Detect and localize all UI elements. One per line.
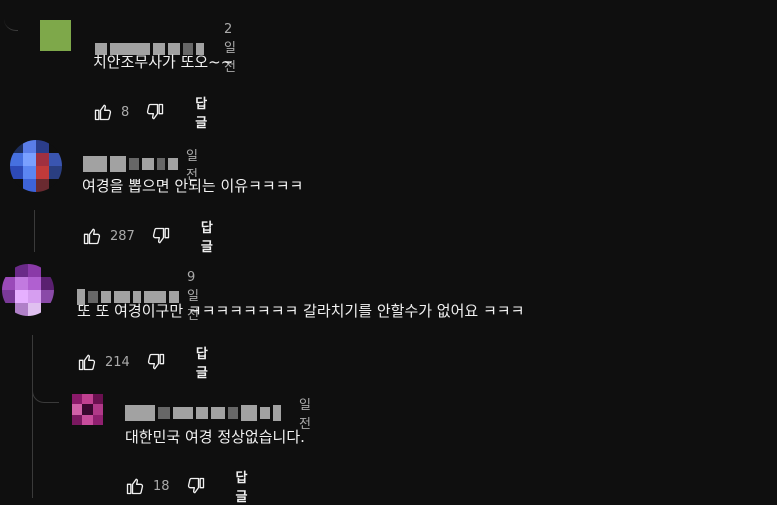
thread-connector [4,18,18,31]
reply-button[interactable]: 답글 [196,343,208,381]
thumbs-up-icon [83,228,101,245]
comment-text: 치안조무사가 또오~~ [93,53,234,71]
thread-line [34,210,35,252]
thumbs-up-icon [94,104,112,121]
avatar[interactable] [10,140,62,192]
comment-actions: 214 답글 [77,343,208,381]
thumbs-down-icon [147,103,164,120]
avatar[interactable] [2,264,54,316]
thread-connector [32,380,59,403]
author-name[interactable] [83,156,178,172]
thread-line [32,335,33,498]
like-count: 8 [121,104,130,120]
author-name[interactable] [125,405,281,421]
thumbs-down-icon [147,353,164,370]
like-count: 18 [153,478,170,494]
comment-actions: 8 답글 [93,93,207,131]
avatar[interactable] [40,20,71,51]
like-button[interactable] [125,476,145,496]
reply-button[interactable]: 답글 [201,217,213,255]
thumbs-down-icon [187,477,204,494]
thumbs-down-icon [152,227,169,244]
comment-text: 또 또 여경이구만 ㅋㅋㅋㅋㅋㅋㅋㅋ 갈라치기를 안할수가 없어요 ㅋㅋㅋ [77,302,525,320]
comment-actions: 18 답글 [125,467,248,505]
dislike-button[interactable] [145,102,165,122]
avatar[interactable] [72,394,103,425]
like-button[interactable] [82,226,102,246]
like-count: 214 [105,354,130,370]
like-count: 287 [110,228,135,244]
like-button[interactable] [93,102,113,122]
comment-text: 여경을 뽑으면 안되는 이유ㅋㅋㅋㅋ [82,177,304,195]
thumbs-up-icon [126,478,144,495]
comment-text: 대한민국 여경 정상없습니다. [125,428,305,446]
reply-button[interactable]: 답글 [195,93,207,131]
like-button[interactable] [77,352,97,372]
reply-button[interactable]: 답글 [236,467,248,505]
dislike-button[interactable] [186,476,206,496]
dislike-button[interactable] [151,226,171,246]
dislike-button[interactable] [146,352,166,372]
comment-actions: 287 답글 [82,217,213,255]
thumbs-up-icon [78,354,96,371]
